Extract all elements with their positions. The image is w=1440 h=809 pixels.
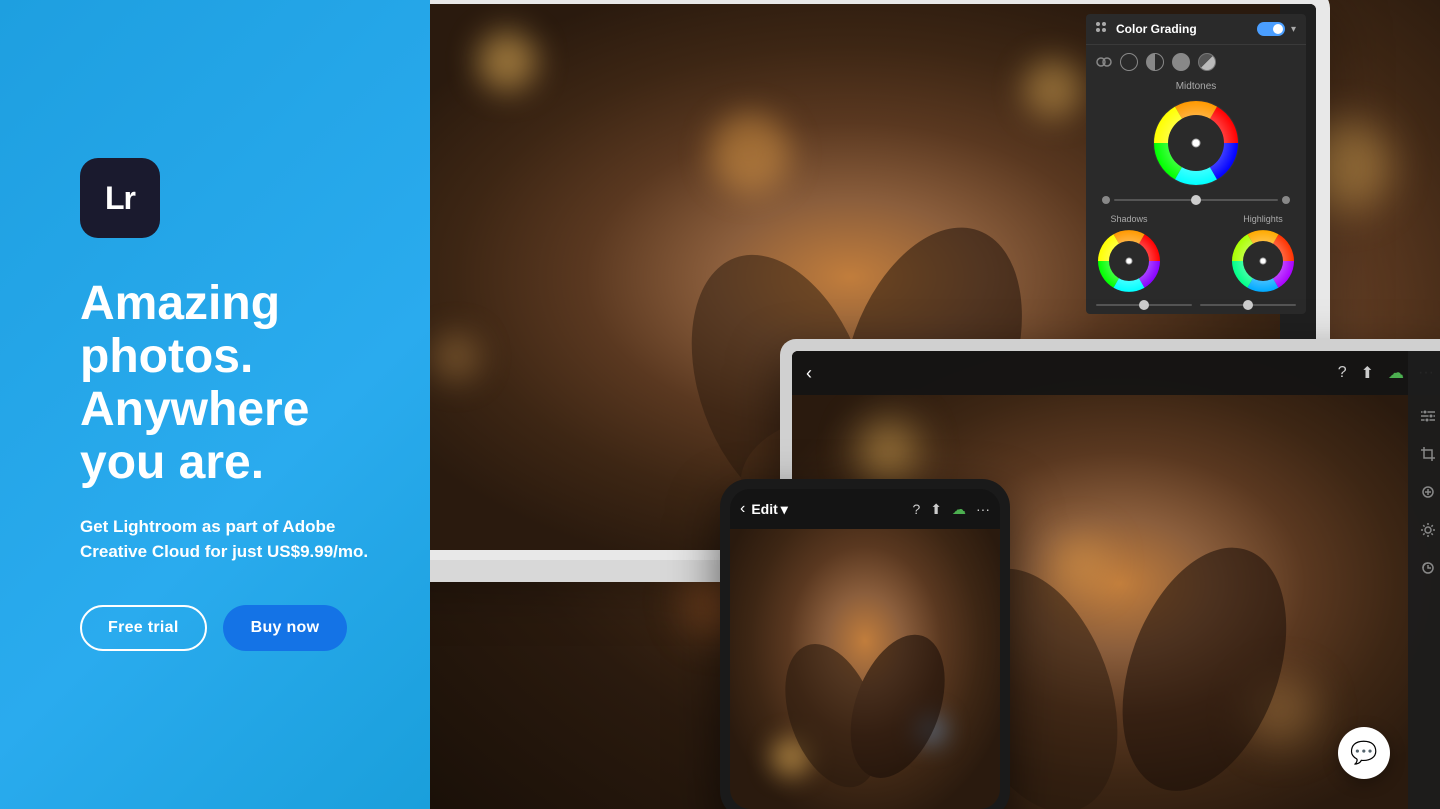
color-grading-icon	[1096, 22, 1110, 36]
slider-track[interactable]	[1114, 199, 1278, 201]
shadows-item: Shadows	[1096, 214, 1162, 294]
icon-dot	[1102, 22, 1106, 26]
slider-thumb[interactable]	[1191, 195, 1201, 205]
tablet-top-bar: ‹ ? ⬆ ☁ ···	[792, 351, 1440, 395]
phone-hands	[730, 529, 1000, 809]
phone-more-icon[interactable]: ···	[976, 501, 990, 517]
cg-header: Color Grading ▾	[1086, 14, 1306, 45]
icon-dot	[1096, 22, 1100, 26]
shadows-highlights-row: Shadows	[1086, 208, 1306, 300]
tablet-back-button[interactable]: ‹	[806, 363, 812, 384]
link-circles-icon[interactable]	[1096, 54, 1112, 70]
phone-device: ‹ Edit ▾ ? ⬆ ☁ ···	[720, 479, 1010, 809]
headline-line1: Amazing photos.	[80, 277, 280, 383]
cta-buttons: Free trial Buy now	[80, 605, 370, 651]
app-logo-text: Lr	[105, 180, 135, 217]
highlights-label: Highlights	[1243, 214, 1283, 224]
midtones-slider	[1086, 192, 1306, 208]
cg-controls: ▾	[1257, 22, 1296, 36]
tablet-help-icon[interactable]: ?	[1338, 364, 1347, 382]
midtones-color-wheel[interactable]	[1151, 98, 1241, 188]
color-grading-title: Color Grading	[1116, 22, 1197, 36]
phone-help-icon[interactable]: ?	[912, 501, 920, 517]
highlights-item: Highlights	[1230, 214, 1296, 294]
cg-icons-row	[1086, 45, 1306, 79]
sh-sliders-row	[1086, 300, 1306, 314]
phone-back-button[interactable]: ‹	[740, 500, 745, 518]
phone-top-icons: ? ⬆ ☁ ···	[912, 501, 990, 518]
phone-edit-label: Edit ▾	[751, 501, 787, 518]
phone-edit-chevron[interactable]: ▾	[781, 501, 788, 518]
left-panel: Lr Amazing photos. Anywhere you are. Get…	[0, 0, 430, 809]
filled-circle-icon[interactable]	[1172, 53, 1190, 71]
tablet-gear-icon[interactable]	[1417, 519, 1439, 541]
icon-dot	[1102, 28, 1106, 32]
chat-icon: 💬	[1350, 740, 1377, 766]
gradient-circle-icon[interactable]	[1198, 53, 1216, 71]
midtones-wheel-container	[1086, 94, 1306, 192]
slider-dot-left	[1102, 196, 1110, 204]
shadows-label: Shadows	[1110, 214, 1147, 224]
app-logo: Lr	[80, 158, 160, 238]
highlights-slider-track[interactable]	[1200, 304, 1296, 306]
shadows-slider-track[interactable]	[1096, 304, 1192, 306]
tablet-share-icon[interactable]: ⬆	[1361, 363, 1374, 383]
chevron-down-icon[interactable]: ▾	[1291, 24, 1296, 35]
highlights-slider-thumb[interactable]	[1243, 300, 1253, 310]
sub-text: Get Lightroom as part of Adobe Creative …	[80, 514, 370, 565]
free-trial-button[interactable]: Free trial	[80, 605, 207, 651]
cg-header-left: Color Grading	[1096, 22, 1197, 36]
tablet-adjust-icon[interactable]	[1417, 405, 1439, 427]
phone-frame: ‹ Edit ▾ ? ⬆ ☁ ···	[720, 479, 1010, 809]
chat-button[interactable]: 💬	[1338, 727, 1390, 779]
cg-toggle[interactable]	[1257, 22, 1285, 36]
phone-top-bar: ‹ Edit ▾ ? ⬆ ☁ ···	[730, 489, 1000, 529]
headline-line2: Anywhere you are.	[80, 383, 309, 489]
phone-cloud-icon[interactable]: ☁	[952, 501, 966, 518]
slider-dot-right	[1282, 196, 1290, 204]
midtones-label: Midtones	[1086, 79, 1306, 94]
phone-screen: ‹ Edit ▾ ? ⬆ ☁ ···	[730, 489, 1000, 809]
shadows-wheel[interactable]	[1096, 228, 1162, 294]
tablet-right-sidebar	[1408, 351, 1440, 809]
color-grading-panel: Color Grading ▾	[1086, 14, 1306, 314]
tablet-cloud-icon[interactable]: ☁	[1388, 363, 1404, 383]
half-circle-icon[interactable]	[1146, 53, 1164, 71]
tablet-history-icon[interactable]	[1417, 557, 1439, 579]
phone-share-icon[interactable]: ⬆	[930, 501, 942, 518]
empty-circle-icon[interactable]	[1120, 53, 1138, 71]
main-headline: Amazing photos. Anywhere you are.	[80, 278, 370, 489]
shadows-slider-thumb[interactable]	[1139, 300, 1149, 310]
highlights-wheel[interactable]	[1230, 228, 1296, 294]
buy-now-button[interactable]: Buy now	[223, 605, 348, 651]
icon-dot	[1096, 28, 1100, 32]
tablet-crop-icon[interactable]	[1417, 443, 1439, 465]
tablet-heal-icon[interactable]	[1417, 481, 1439, 503]
right-panel: Color Grading ▾	[430, 0, 1440, 809]
